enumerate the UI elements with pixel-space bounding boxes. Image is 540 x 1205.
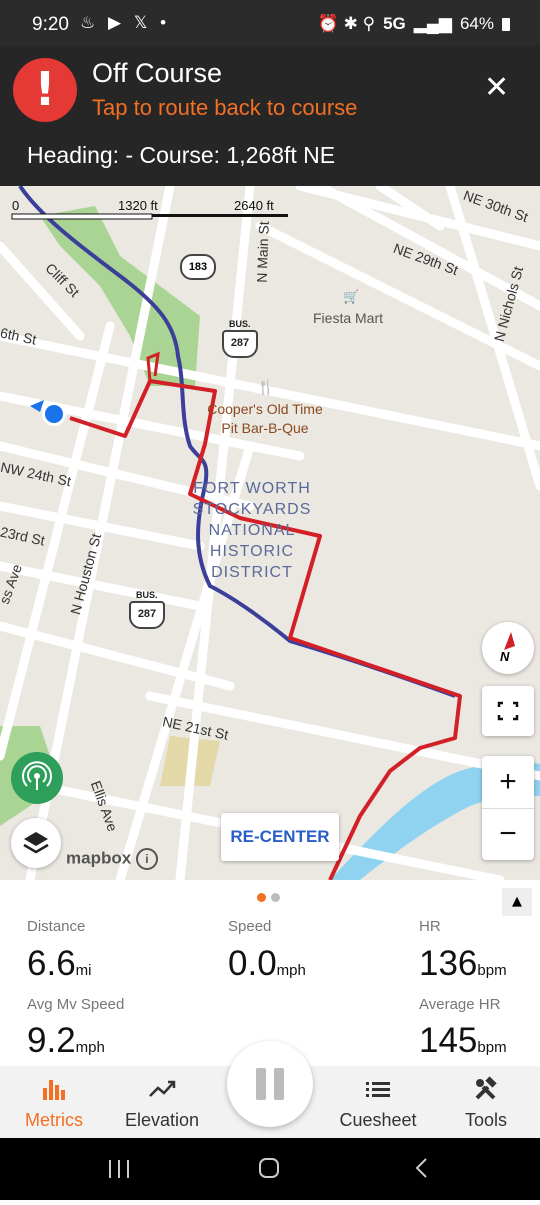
tab-cuesheet[interactable]: Cuesheet: [324, 1066, 432, 1138]
status-right: ⏰ ✱ ⚲ 5G ▂▄▆ 64%: [318, 14, 510, 34]
back-icon: [415, 1158, 427, 1178]
speed-value: 0.0mph: [228, 944, 306, 984]
speed-unit: mph: [276, 962, 306, 979]
poi-coopers-line2: Pit Bar-B-Que: [221, 420, 309, 436]
zoom-out-button[interactable]: −: [482, 808, 534, 860]
poi-coopers-line1: Cooper's Old Time: [207, 401, 323, 417]
tab-elevation[interactable]: Elevation: [108, 1066, 216, 1138]
expand-metrics-button[interactable]: ▲: [502, 888, 532, 916]
street-label: N Main St: [253, 221, 272, 283]
bus-label: BUS.: [136, 590, 158, 600]
bar-chart-icon: [43, 1080, 65, 1100]
recents-icon: [109, 1160, 129, 1178]
mapbox-logo: mapbox: [66, 848, 132, 868]
live-tracking-button[interactable]: [11, 752, 63, 804]
off-course-banner[interactable]: ! Off Course Tap to route back to course…: [0, 46, 540, 186]
tab-tools[interactable]: Tools: [432, 1066, 540, 1138]
broadcast-icon: [22, 761, 52, 790]
trend-icon: [149, 1080, 176, 1097]
notification-icons: ♨ ▶ 𝕏 •: [80, 13, 171, 32]
map-view[interactable]: 0 1320 ft 2640 ft NE 30th St NE 29th St …: [0, 186, 540, 880]
tools-icon: [475, 1076, 497, 1100]
network-type: 5G: [383, 14, 406, 33]
zoom-control: + −: [482, 756, 534, 860]
shopping-cart-icon: 🛒: [343, 289, 360, 304]
bus-287-shield: 287: [129, 601, 165, 629]
district-line: HISTORIC: [209, 543, 295, 560]
scale-bar-segment: [11, 213, 153, 220]
heading-info: Heading: - Course: 1,268ft NE: [27, 142, 336, 168]
district-line: NATIONAL: [208, 522, 296, 539]
battery-icon: [502, 17, 510, 31]
compass-icon: [504, 632, 515, 650]
speed-label: Speed: [228, 918, 272, 935]
alert-title: Off Course: [92, 58, 223, 88]
tab-cuesheet-label: Cuesheet: [339, 1110, 417, 1130]
compass-button[interactable]: N: [482, 622, 534, 674]
district-label: FORT WORTH STOCKYARDS NATIONAL HISTORIC …: [192, 478, 312, 583]
page-dot: [271, 893, 280, 902]
pause-icon: [256, 1068, 284, 1100]
distance-label: Distance: [27, 918, 86, 935]
tab-tools-label: Tools: [464, 1110, 508, 1130]
poi-fiesta-mart: Fiesta Mart: [313, 310, 384, 326]
avg-speed-label: Avg Mv Speed: [27, 996, 125, 1013]
avg-hr-unit: bpm: [477, 1039, 507, 1056]
fullscreen-icon: [497, 701, 519, 721]
hr-unit: bpm: [477, 962, 507, 979]
bus-label: BUS.: [229, 319, 251, 329]
scale-label-0: 0: [12, 198, 20, 213]
system-icons: ⏰ ✱ ⚲: [317, 14, 376, 33]
avg-speed-unit: mph: [75, 1039, 105, 1056]
district-line: DISTRICT: [211, 564, 293, 581]
avg-hr-label: Average HR: [419, 996, 501, 1013]
status-bar: 9:20 ♨ ▶ 𝕏 • ⏰ ✱ ⚲ 5G ▂▄▆ 64%: [0, 0, 540, 46]
status-time: 9:20: [32, 14, 69, 35]
zoom-in-button[interactable]: +: [482, 756, 534, 809]
district-line: FORT WORTH: [193, 480, 311, 497]
current-location-dot: [45, 405, 63, 423]
avg-hr-number: 145: [419, 1021, 478, 1060]
recenter-button[interactable]: RE-CENTER: [221, 813, 339, 861]
layers-icon: [23, 832, 49, 854]
hr-label: HR: [419, 918, 441, 935]
distance-number: 6.6: [27, 944, 76, 983]
signal-icon: ▂▄▆: [413, 14, 452, 33]
list-icon: [366, 1082, 390, 1097]
district-line: STOCKYARDS: [192, 501, 312, 518]
restaurant-icon: 🍴: [257, 379, 275, 395]
poi-coopers: Cooper's Old Time Pit Bar-B-Que: [200, 400, 330, 438]
warning-icon: !: [13, 58, 77, 122]
system-nav-bar: [0, 1138, 540, 1200]
nav-buttons: [109, 1158, 427, 1178]
page-dot-active: [257, 893, 266, 902]
hr-value: 136bpm: [419, 944, 507, 984]
info-icon[interactable]: i: [135, 848, 158, 870]
speed-number: 0.0: [228, 944, 277, 983]
route-183-shield: 183: [180, 254, 216, 280]
mapbox-attribution[interactable]: mapbox i: [66, 848, 158, 870]
alert-subtitle[interactable]: Tap to route back to course: [92, 95, 357, 121]
fullscreen-button[interactable]: [482, 686, 534, 736]
avg-speed-value: 9.2mph: [27, 1021, 105, 1061]
home-icon: [259, 1158, 279, 1178]
scale-label-2640: 2640 ft: [234, 198, 274, 213]
scale-label-1320: 1320 ft: [118, 198, 158, 213]
tab-metrics-label: Metrics: [25, 1110, 83, 1130]
pause-button[interactable]: [227, 1041, 313, 1127]
avg-speed-number: 9.2: [27, 1021, 76, 1060]
tab-elevation-label: Elevation: [124, 1110, 200, 1130]
bus-287-shield: 287: [222, 330, 258, 358]
hr-number: 136: [419, 944, 478, 983]
battery-level: 64%: [459, 14, 494, 33]
distance-unit: mi: [75, 962, 92, 979]
distance-value: 6.6mi: [27, 944, 91, 984]
avg-hr-value: 145bpm: [419, 1021, 507, 1061]
close-icon[interactable]: ✕: [484, 70, 509, 105]
tab-metrics[interactable]: Metrics: [0, 1066, 108, 1138]
compass-label: N: [500, 649, 510, 664]
metrics-panel: ▲ Distance 6.6mi Speed 0.0mph HR 136bpm …: [0, 880, 540, 1066]
map-layers-button[interactable]: [11, 818, 61, 868]
